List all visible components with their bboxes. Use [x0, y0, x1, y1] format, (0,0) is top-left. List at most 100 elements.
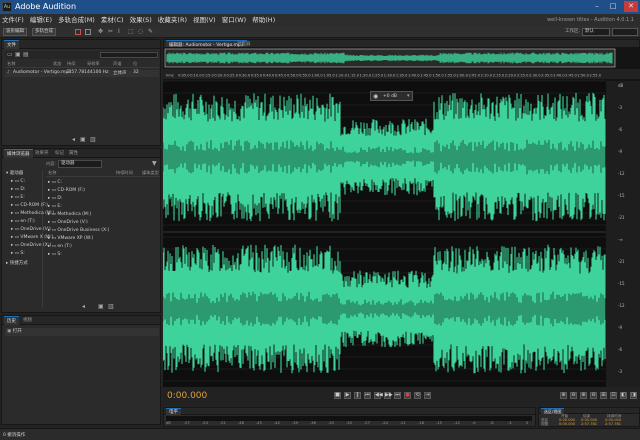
- files-search-input[interactable]: [100, 52, 158, 58]
- tree-shortcuts[interactable]: ▸ 快捷方式: [3, 260, 42, 268]
- menu-favorites[interactable]: 收藏夹(R): [156, 16, 189, 24]
- marquee-tool-icon[interactable]: ⬚: [128, 29, 134, 35]
- record-button[interactable]: ●: [404, 392, 411, 399]
- razor-tool-icon[interactable]: ✂: [108, 29, 114, 35]
- select-tool-icon[interactable]: I: [118, 29, 124, 35]
- files-prev-icon[interactable]: ◂: [72, 136, 75, 143]
- tree-item[interactable]: ▸ ▭ Methodica (M:): [3, 210, 54, 218]
- skip-button[interactable]: ⇥: [424, 392, 431, 399]
- list-item[interactable]: ▸ ▭ en (T:): [46, 243, 160, 251]
- tree-root[interactable]: ▾ 驱动器: [3, 170, 42, 178]
- menu-effects[interactable]: 效果(S): [128, 16, 154, 24]
- tab-media-browser[interactable]: 媒体浏览器: [4, 149, 33, 158]
- list-item[interactable]: ▸ ▭ OneDrive (V:): [46, 219, 160, 227]
- tab-video[interactable]: 视频: [20, 316, 35, 325]
- move-tool-icon[interactable]: ✥: [98, 29, 104, 35]
- list-item[interactable]: ▸ ▭ C:: [46, 179, 160, 187]
- menu-clip[interactable]: 素材(C): [99, 16, 126, 24]
- tree-item[interactable]: ▸ ▭ CD-ROM (F:): [3, 202, 48, 210]
- menu-window[interactable]: 窗口(W): [220, 16, 249, 24]
- zoom-full-icon[interactable]: ⊞: [600, 392, 607, 399]
- rewind-button[interactable]: ◀◀: [374, 392, 383, 399]
- files-folder-icon[interactable]: ▣: [80, 136, 86, 143]
- tree-item[interactable]: ▸ ▭ C:: [3, 178, 42, 186]
- view-duration[interactable]: 2:57.781: [605, 422, 621, 426]
- view-end[interactable]: 2:57.781: [581, 422, 597, 426]
- browser-prev-icon[interactable]: ◂: [82, 303, 85, 310]
- brush-tool-icon[interactable]: ✎: [148, 29, 154, 35]
- menu-view[interactable]: 视图(V): [191, 16, 218, 24]
- list-item[interactable]: ▸ ▭ E:: [46, 203, 160, 211]
- tab-files[interactable]: 文件: [4, 40, 19, 49]
- tree-item[interactable]: ▸ ▭ S:: [3, 250, 42, 258]
- col-status[interactable]: 状态: [53, 61, 61, 67]
- list-item[interactable]: ▸ ▭ S:: [46, 251, 160, 259]
- forward-button[interactable]: ▶▶: [384, 392, 393, 399]
- import-icon[interactable]: ▭: [7, 51, 13, 59]
- list-item[interactable]: ▸ ▭ OneDrive Business (X:): [46, 227, 160, 235]
- tab-markers[interactable]: 标记: [52, 149, 67, 158]
- col-bits[interactable]: 位: [133, 61, 137, 67]
- volume-menu-icon[interactable]: ▾: [407, 93, 410, 99]
- tree-item[interactable]: ▸ ▭ E:: [3, 194, 42, 202]
- lasso-tool-icon[interactable]: ◌: [138, 29, 144, 35]
- new-file-icon[interactable]: ▣: [15, 51, 21, 59]
- col-channels[interactable]: 声道: [113, 61, 121, 67]
- table-row[interactable]: ♪ Audiomotor - Vertigo.mp3 2:57.781 4410…: [5, 70, 159, 77]
- col-name[interactable]: 名称: [48, 170, 56, 176]
- files-delete-icon[interactable]: ▥: [90, 136, 96, 143]
- tree-item[interactable]: ▸ ▭ OneDrive (V:): [3, 226, 51, 234]
- zoom-in-amp-icon[interactable]: ⊕: [560, 392, 567, 399]
- search-input[interactable]: [612, 28, 638, 36]
- tab-effects-rack[interactable]: 效果夹: [32, 149, 52, 158]
- menu-multitrack[interactable]: 多轨合成(M): [56, 16, 97, 24]
- spectral-display-icon[interactable]: [75, 29, 81, 35]
- col-samplerate[interactable]: 采样率: [87, 61, 100, 67]
- close-button[interactable]: ✕: [624, 1, 638, 12]
- browser-folder-icon[interactable]: ▣: [98, 303, 104, 310]
- tree-item[interactable]: ▸ ▭ OneDrive (X:): [3, 242, 51, 250]
- filter-icon[interactable]: ▼: [152, 160, 157, 167]
- col-duration[interactable]: 持续时间: [116, 170, 133, 176]
- list-item[interactable]: ▸ ▭ Methodica (M:): [46, 211, 160, 219]
- waveform-mode-button[interactable]: 波形编辑: [3, 28, 27, 36]
- play-button[interactable]: ▶: [344, 392, 351, 399]
- close-file-icon[interactable]: ▤: [23, 51, 29, 59]
- go-end-button[interactable]: ⏭: [394, 392, 401, 399]
- tab-levels[interactable]: 电平: [166, 408, 181, 415]
- history-item[interactable]: ▣ 打开: [5, 328, 159, 336]
- menu-edit[interactable]: 编辑(E): [28, 16, 54, 24]
- list-item[interactable]: ▸ ▭ VMware XP (W:): [46, 235, 160, 243]
- pause-button[interactable]: ‖: [354, 392, 361, 399]
- volume-hud[interactable]: ◉ +0 dB ▾: [370, 91, 413, 101]
- pitch-display-icon[interactable]: [85, 29, 91, 35]
- multitrack-mode-button[interactable]: 多轨合成: [32, 28, 56, 36]
- col-media-type[interactable]: 媒体类型: [142, 170, 159, 176]
- col-duration[interactable]: 持续: [67, 61, 75, 67]
- zoom-right-icon[interactable]: ◨: [630, 392, 637, 399]
- tree-item[interactable]: ▸ ▭ D:: [3, 186, 42, 194]
- go-start-button[interactable]: ⏮: [364, 392, 371, 399]
- tab-history[interactable]: 历史: [4, 316, 19, 325]
- list-item[interactable]: ▸ ▭ D:: [46, 195, 160, 203]
- zoom-in-time-icon[interactable]: ⊕: [580, 392, 587, 399]
- workspace-select[interactable]: 默认: [582, 28, 610, 36]
- tree-item[interactable]: ▸ ▭ VMware X (W:): [3, 234, 53, 242]
- col-name[interactable]: 名称: [7, 61, 15, 67]
- zoom-sel-icon[interactable]: ⊡: [610, 392, 617, 399]
- list-item[interactable]: ▸ ▭ CD-ROM (F:): [46, 187, 160, 195]
- tab-properties[interactable]: 属性: [66, 149, 81, 158]
- zoom-out-time-icon[interactable]: ⊖: [590, 392, 597, 399]
- tree-item[interactable]: ▸ ▭ en (T:): [3, 218, 42, 226]
- minimize-button[interactable]: –: [590, 1, 604, 12]
- view-start[interactable]: 0:00.000: [559, 422, 575, 426]
- maximize-button[interactable]: □: [606, 1, 620, 12]
- stop-button[interactable]: ■: [334, 392, 341, 399]
- menu-help[interactable]: 帮助(H): [250, 16, 277, 24]
- browser-refresh-icon[interactable]: ▥: [108, 303, 114, 310]
- menu-file[interactable]: 文件(F): [0, 16, 26, 24]
- location-select[interactable]: 驱动器: [58, 160, 102, 168]
- zoom-left-icon[interactable]: ◧: [620, 392, 627, 399]
- zoom-out-amp-icon[interactable]: ⊖: [570, 392, 577, 399]
- volume-knob-icon[interactable]: ◉: [373, 93, 378, 100]
